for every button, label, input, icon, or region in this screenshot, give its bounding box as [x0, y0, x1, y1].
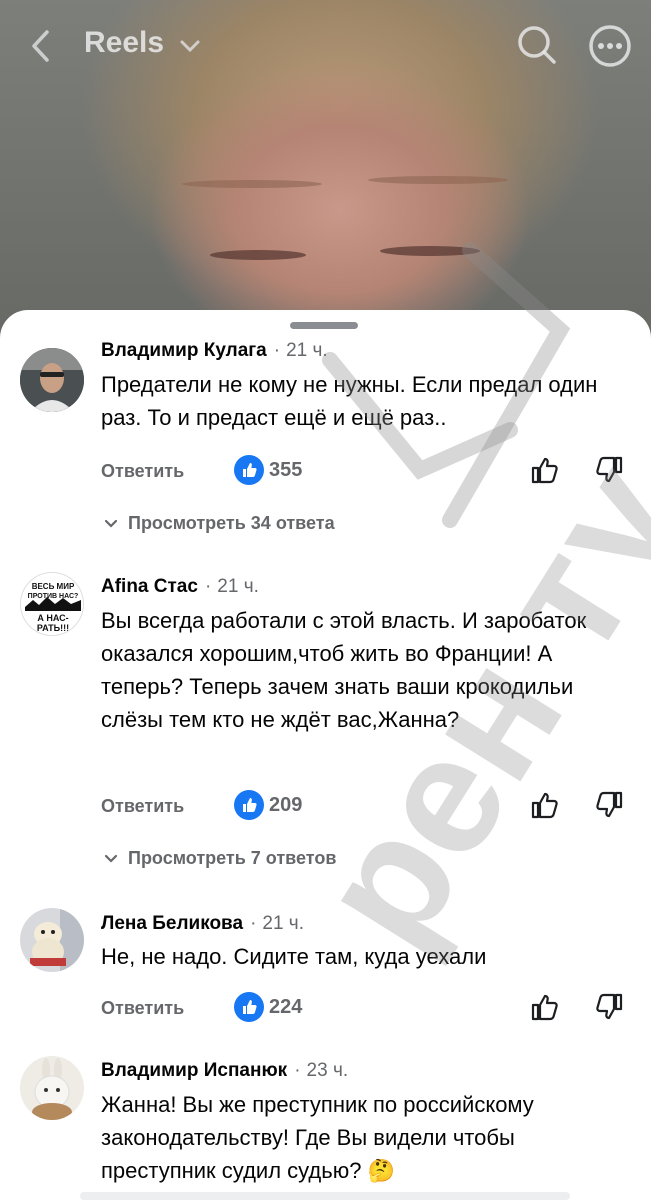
view-replies-button[interactable]: Просмотреть 34 ответа: [104, 513, 335, 534]
view-replies-label: Просмотреть 34 ответа: [128, 513, 335, 533]
separator-dot: ·: [250, 913, 257, 934]
like-reaction-icon: [234, 455, 264, 485]
thumbs-down-icon: [596, 456, 623, 483]
comment-author[interactable]: Владимир Кулага: [101, 340, 267, 361]
like-button[interactable]: [529, 455, 559, 485]
dislike-button[interactable]: [595, 992, 625, 1022]
comment-author[interactable]: Afina Стас: [101, 576, 198, 597]
comment-actions: Ответить 224: [101, 992, 641, 1026]
comment-text-body: Жанна! Вы же преступник по российскому з…: [101, 1092, 534, 1183]
reels-dropdown[interactable]: [178, 38, 202, 54]
comment-actions: Ответить 355: [101, 455, 641, 489]
comment-meta: Владимир Кулага · 21 ч.: [101, 340, 328, 362]
back-button[interactable]: [26, 28, 56, 64]
avatar-caption: ВЕСЬ МИР: [32, 582, 75, 591]
page-title[interactable]: Reels: [84, 26, 164, 60]
like-reaction-icon: [234, 992, 264, 1022]
composer-bar[interactable]: [80, 1192, 570, 1200]
comment-meta: Afina Стас · 21 ч.: [101, 576, 259, 598]
avatar[interactable]: [20, 348, 84, 412]
comment-author[interactable]: Лена Беликова: [101, 913, 243, 934]
separator-dot: ·: [273, 340, 281, 361]
avatar[interactable]: [20, 908, 84, 972]
comments-sheet: Владимир Кулага · 21 ч. Предатели не кому …: [0, 310, 651, 1200]
comment-time: 23 ч.: [306, 1060, 349, 1081]
comment-time: 21 ч.: [262, 913, 304, 934]
avatar-caption: ПРОТИВ НАС?: [28, 593, 79, 600]
avatar-poster: ВЕСЬ МИР ПРОТИВ НАС? А НАС- РАТЬ!!!: [21, 573, 83, 635]
avatar-photo: [20, 1056, 84, 1120]
like-button[interactable]: [529, 790, 559, 820]
video-detail: [210, 250, 306, 260]
avatar-caption: РАТЬ!!!: [37, 623, 69, 633]
more-button[interactable]: [586, 22, 634, 70]
view-replies-button[interactable]: Просмотреть 7 ответов: [104, 848, 336, 869]
comment-text: Предатели не кому не нужны. Если предал …: [101, 372, 598, 430]
avatar-photo: [20, 348, 84, 412]
search-icon: [518, 26, 556, 64]
comment-text: Не, не надо. Сидите там, куда уехали: [101, 944, 487, 969]
thumbs-up-icon: [531, 457, 558, 484]
like-reaction-icon: [234, 790, 264, 820]
comment-time: 21 ч.: [286, 340, 328, 361]
video-detail: [368, 176, 508, 184]
reply-button[interactable]: Ответить: [101, 461, 184, 482]
chevron-down-icon: [180, 40, 200, 53]
separator-dot: ·: [294, 1060, 301, 1081]
top-bar: Reels: [0, 18, 651, 74]
comment-author[interactable]: Владимир Испанюк: [101, 1060, 287, 1081]
thumbs-up-icon: [531, 792, 558, 819]
video-detail: [380, 246, 480, 256]
comment-actions: Ответить 209: [101, 790, 641, 824]
like-button[interactable]: [529, 992, 559, 1022]
thumbs-up-icon: [531, 994, 558, 1021]
comment-meta: Лена Беликова · 21 ч.: [101, 913, 304, 935]
avatar[interactable]: [20, 1056, 84, 1120]
like-count: 224: [269, 996, 303, 1018]
more-icon: [589, 25, 631, 67]
comment-text: Жанна! Вы же преступник по российскому з…: [101, 1088, 631, 1187]
comment-time: 21 ч.: [217, 576, 259, 597]
chevron-down-icon: [104, 848, 118, 863]
avatar-photo: [20, 908, 84, 972]
avatar[interactable]: ВЕСЬ МИР ПРОТИВ НАС? А НАС- РАТЬ!!!: [20, 572, 84, 636]
comment-text: Вы всегда работали с этой власть. И заро…: [101, 608, 587, 732]
reply-button[interactable]: Ответить: [101, 796, 184, 817]
sheet-drag-handle[interactable]: [290, 322, 358, 329]
thinking-face-emoji: 🤔: [367, 1158, 395, 1183]
video-detail: [182, 180, 322, 188]
reply-button[interactable]: Ответить: [101, 998, 184, 1019]
thumbs-down-icon: [596, 993, 623, 1020]
like-count: 209: [269, 794, 303, 816]
search-button[interactable]: [514, 22, 560, 68]
comment-meta: Владимир Испанюк · 23 ч.: [101, 1060, 348, 1082]
view-replies-label: Просмотреть 7 ответов: [128, 848, 337, 868]
chevron-down-icon: [104, 513, 118, 528]
back-chevron-icon: [32, 30, 49, 62]
like-count: 355: [269, 459, 303, 481]
avatar-caption: А НАС-: [37, 613, 68, 623]
dislike-button[interactable]: [595, 455, 625, 485]
thumbs-down-icon: [596, 791, 623, 818]
separator-dot: ·: [204, 576, 212, 597]
dislike-button[interactable]: [595, 790, 625, 820]
